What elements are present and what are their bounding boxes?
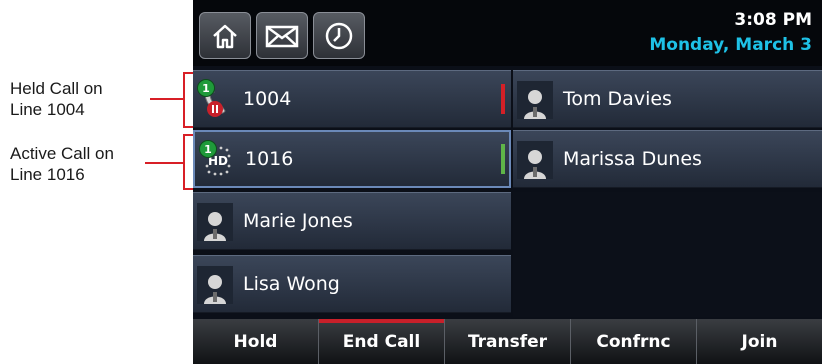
clock-date: Monday, March 3 [649, 35, 812, 55]
hold-softkey[interactable]: Hold [193, 319, 319, 364]
person-icon [517, 141, 553, 179]
contact-lisa-wong[interactable]: Lisa Wong [193, 255, 511, 313]
line-1004-label: 1004 [243, 88, 292, 110]
line-1016-label: 1016 [245, 148, 294, 170]
line-1004-badge: 1 [197, 79, 215, 97]
active-call-pointer [145, 162, 183, 164]
held-indicator [501, 84, 505, 114]
held-call-bracket [183, 72, 193, 128]
contact-tom-davies[interactable]: Tom Davies [513, 70, 822, 128]
contact-name: Lisa Wong [243, 273, 340, 295]
join-softkey[interactable]: Join [697, 319, 822, 364]
empty-favorites-area [513, 192, 822, 317]
person-icon [197, 266, 233, 304]
contact-name: Tom Davies [563, 88, 672, 110]
contact-marissa-dunes[interactable]: Marissa Dunes [513, 130, 822, 188]
transfer-softkey[interactable]: Transfer [445, 319, 571, 364]
held-call-annotation: Held Call on Line 1004 [10, 78, 160, 120]
line-1016-badge: 1 [199, 140, 217, 158]
hd-call-icon: HD 1 [199, 140, 237, 180]
envelope-icon [265, 25, 299, 47]
active-call-annotation: Active Call on Line 1016 [10, 143, 160, 185]
clock-icon [325, 22, 353, 49]
held-call-icon: 1 [197, 79, 235, 119]
held-annotation-line1: Held Call on [10, 79, 103, 98]
active-annotation-line2: Line 1016 [10, 165, 85, 184]
contact-name: Marissa Dunes [563, 148, 702, 170]
line-1016-active[interactable]: HD 1 1016 [193, 130, 511, 188]
messages-button[interactable] [256, 12, 308, 59]
held-annotation-line2: Line 1004 [10, 100, 85, 119]
phone-screen: 3:08 PM Monday, March 3 1 1004 HD 1 1016… [193, 0, 822, 364]
person-icon [517, 81, 553, 119]
home-icon [213, 24, 237, 48]
contact-marie-jones[interactable]: Marie Jones [193, 192, 511, 250]
active-call-bracket [183, 134, 193, 190]
active-indicator [501, 144, 505, 174]
active-annotation-line1: Active Call on [10, 144, 114, 163]
recent-calls-button[interactable] [313, 12, 365, 59]
held-call-pointer [150, 98, 183, 100]
conference-softkey[interactable]: Confrnc [571, 319, 697, 364]
line-1004-held[interactable]: 1 1004 [193, 70, 511, 128]
person-icon [197, 203, 233, 241]
end-call-softkey[interactable]: End Call [319, 319, 445, 364]
clock-time: 3:08 PM [734, 10, 812, 30]
home-button[interactable] [199, 12, 251, 59]
status-bar: 3:08 PM Monday, March 3 [193, 0, 822, 66]
softkey-bar: Hold End Call Transfer Confrnc Join [193, 319, 822, 364]
contact-name: Marie Jones [243, 210, 353, 232]
